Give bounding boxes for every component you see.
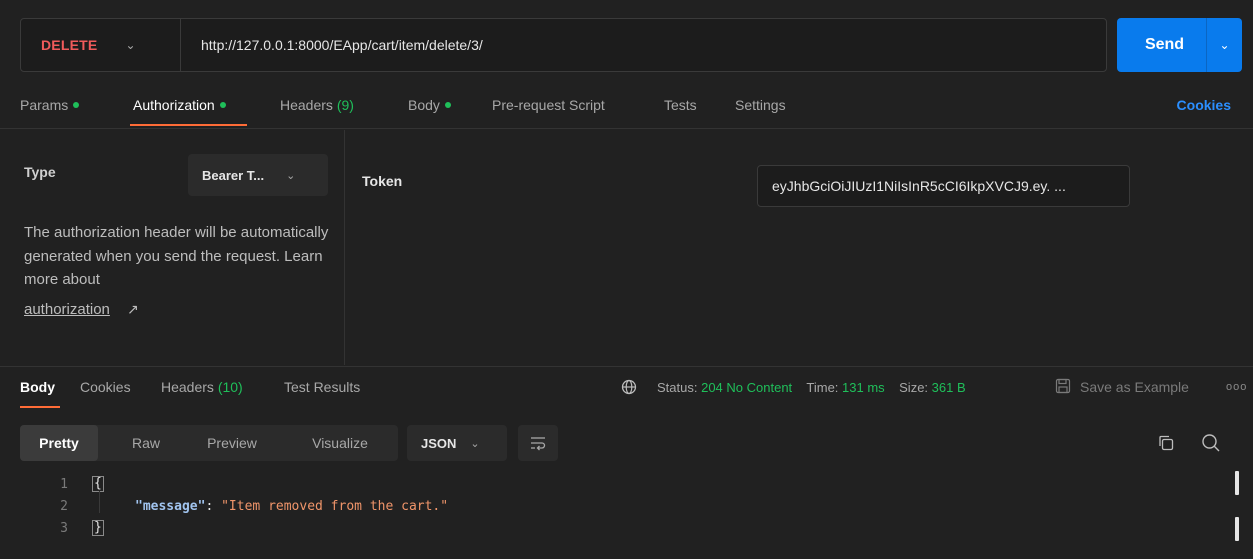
tab-headers-label: Headers (280, 97, 333, 113)
auth-description: The authorization header will be automat… (24, 224, 329, 288)
format-select-value: JSON (421, 435, 457, 451)
view-mode-segmented-control: Pretty Raw Preview Visualize (20, 425, 398, 461)
size-value[interactable]: 361 B (932, 380, 966, 395)
tab-tests[interactable]: Tests (664, 97, 697, 113)
url-input[interactable]: http://127.0.0.1:8000/EApp/cart/item/del… (181, 37, 483, 53)
scrollbar-thumb[interactable] (1235, 471, 1239, 495)
time-label: Time: (806, 380, 839, 395)
active-tab-underline (130, 124, 247, 126)
response-tab-headers-label: Headers (161, 379, 214, 395)
close-brace: } (92, 520, 104, 536)
line-number: 2 (60, 499, 68, 514)
token-input[interactable]: eyJhbGciOiJIUzI1NiIsInR5cCI6IkpXVCJ9.ey.… (757, 165, 1130, 207)
request-tabs: Params Authorization Headers (9) Body Pr… (0, 85, 1253, 129)
active-dot-icon (444, 102, 451, 109)
chevron-down-icon: ⌄ (470, 437, 480, 450)
wrap-lines-button[interactable] (518, 425, 558, 461)
response-toolbar: Pretty Raw Preview Visualize JSON ⌄ (20, 425, 1233, 461)
authorization-docs-link[interactable]: authorization (24, 301, 110, 318)
status-value[interactable]: 204 No Content (701, 380, 792, 395)
send-options-chevron-icon[interactable]: ⌄ (1206, 18, 1242, 72)
save-icon (1055, 378, 1071, 394)
response-body-code[interactable]: 1 2 3 { "message": "Item removed from th… (0, 467, 1253, 559)
tab-pre-request-script[interactable]: Pre-request Script (492, 97, 605, 113)
tab-body-label: Body (408, 97, 440, 113)
code-line: "message": "Item removed from the cart." (135, 499, 448, 514)
globe-icon[interactable] (621, 379, 637, 395)
format-select[interactable]: JSON ⌄ (407, 425, 507, 461)
tab-tests-label: Tests (664, 97, 697, 113)
auth-type-select[interactable]: Bearer T... ⌄ (188, 154, 328, 196)
view-mode-visualize[interactable]: Visualize (288, 425, 392, 461)
send-label: Send (1144, 36, 1185, 53)
auth-type-label: Type (24, 164, 56, 180)
view-mode-pretty[interactable]: Pretty (20, 425, 98, 461)
active-response-tab-underline (20, 406, 60, 408)
external-link-icon: ↗ (127, 301, 139, 317)
vertical-scrollbar[interactable] (1235, 467, 1241, 559)
active-dot-icon (219, 102, 226, 109)
method-select[interactable]: DELETE ⌄ (21, 19, 181, 71)
tab-authorization[interactable]: Authorization (133, 97, 226, 113)
chevron-down-icon: ⌄ (125, 38, 136, 52)
json-string-value: "Item removed from the cart." (221, 499, 449, 514)
tab-body[interactable]: Body (408, 97, 451, 113)
view-mode-raw[interactable]: Raw (118, 425, 174, 461)
request-bar: DELETE ⌄ http://127.0.0.1:8000/EApp/cart… (0, 0, 1253, 85)
response-tab-headers[interactable]: Headers (10) (161, 379, 243, 395)
status-label: Status: (657, 380, 698, 395)
search-icon[interactable] (1201, 433, 1221, 453)
time-value[interactable]: 131 ms (842, 380, 885, 395)
chevron-down-icon: ⌄ (286, 169, 296, 182)
tab-authorization-label: Authorization (133, 97, 215, 113)
indent-guide (99, 491, 100, 513)
wrap-lines-icon (531, 437, 546, 451)
json-colon: : (205, 499, 222, 514)
response-tab-cookies[interactable]: Cookies (80, 379, 131, 395)
response-tab-body[interactable]: Body (20, 379, 55, 395)
line-number: 3 (60, 521, 68, 536)
tab-headers[interactable]: Headers (9) (280, 97, 354, 113)
response-panel: Body Cookies Headers (10) Test Results S… (0, 366, 1253, 559)
tab-params-label: Params (20, 97, 69, 113)
tab-params[interactable]: Params (20, 97, 80, 113)
tab-settings-label: Settings (735, 97, 786, 113)
method-label: DELETE (41, 37, 98, 53)
response-tab-headers-count: (10) (217, 379, 243, 395)
scrollbar-thumb[interactable] (1235, 517, 1239, 541)
open-brace: { (92, 476, 104, 492)
tab-headers-count: (9) (336, 97, 354, 113)
response-status-bar: Status: 204 No Content Time: 131 ms Size… (657, 380, 966, 395)
tab-pre-request-script-label: Pre-request Script (492, 97, 605, 113)
send-button[interactable]: Send ⌄ (1117, 18, 1242, 72)
tab-settings[interactable]: Settings (735, 97, 786, 113)
more-options-icon[interactable]: ooo (1226, 381, 1247, 393)
auth-type-panel: Type Bearer T... ⌄ The authorization hea… (0, 130, 345, 365)
line-number: 1 (60, 477, 68, 492)
copy-icon[interactable] (1157, 434, 1175, 452)
cookies-link[interactable]: Cookies (1177, 97, 1231, 113)
save-as-example-button[interactable]: Save as Example (1080, 379, 1189, 395)
url-box: DELETE ⌄ http://127.0.0.1:8000/EApp/cart… (20, 18, 1107, 72)
token-label: Token (362, 173, 403, 189)
json-key: "message" (135, 499, 206, 514)
view-mode-preview[interactable]: Preview (192, 425, 272, 461)
size-label: Size: (899, 380, 929, 395)
response-tab-test-results[interactable]: Test Results (284, 379, 360, 395)
auth-type-value: Bearer T... (202, 167, 265, 183)
active-dot-icon (73, 102, 80, 109)
